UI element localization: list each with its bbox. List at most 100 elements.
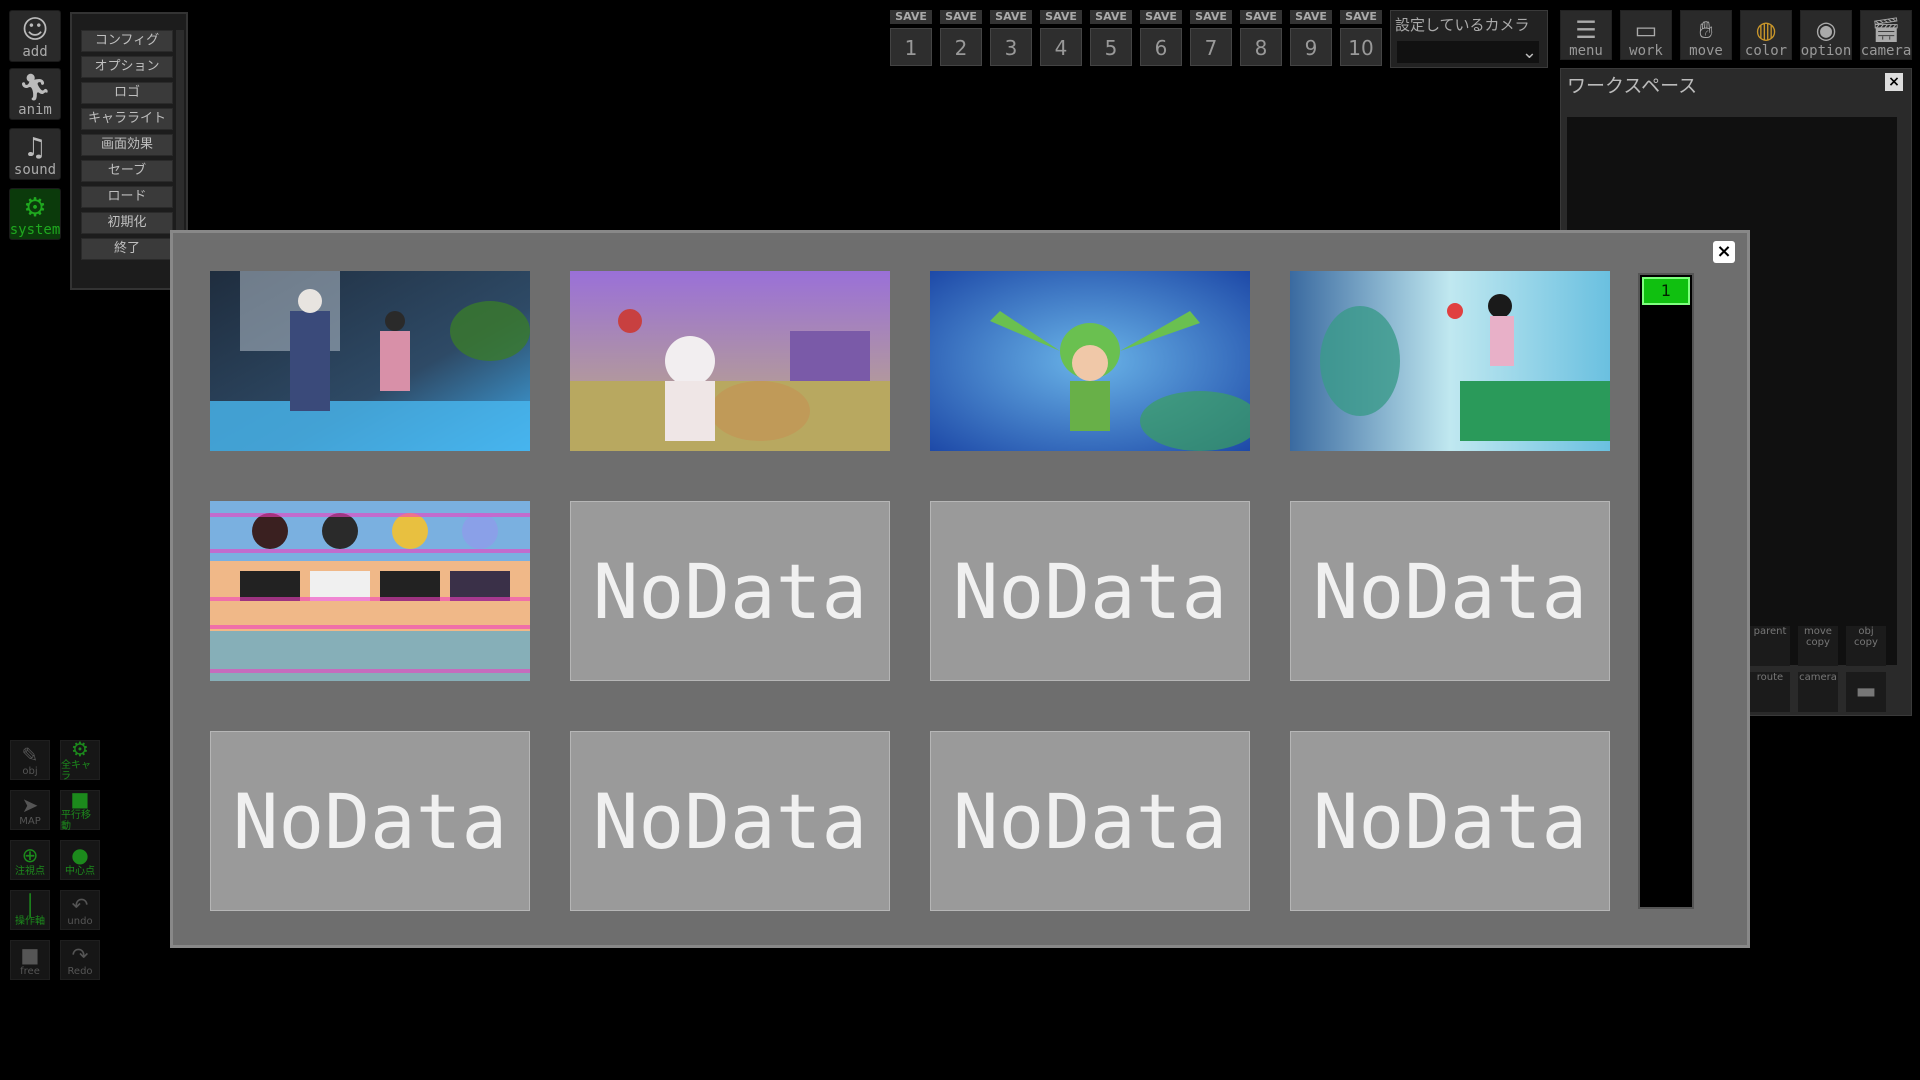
- route-icon[interactable]: route: [1750, 672, 1790, 712]
- no-data-label: NoData: [952, 547, 1228, 636]
- close-icon[interactable]: ×: [1885, 73, 1903, 91]
- center-point-button[interactable]: ● 中心点: [60, 840, 100, 880]
- clapper-icon: 🎬︎: [1870, 16, 1902, 44]
- gaze-point-button[interactable]: ⊕ 注視点: [10, 840, 50, 880]
- camera-tool-label: camera: [1860, 43, 1912, 59]
- square-icon: ■: [70, 787, 90, 811]
- save-slot-button-8[interactable]: SAVE 8: [1240, 10, 1282, 70]
- camera-label: camera: [1799, 672, 1837, 683]
- move-copy-label: move copy: [1804, 626, 1832, 648]
- system-tool-label: system: [9, 222, 61, 238]
- close-icon[interactable]: ×: [1713, 241, 1735, 263]
- gaze-point-label: 注視点: [15, 865, 45, 877]
- save-slot-8[interactable]: NoData: [1290, 501, 1610, 681]
- sound-tool-button[interactable]: ♫ sound: [9, 128, 61, 180]
- save-tag-label: SAVE: [890, 10, 932, 24]
- camera-tool-button[interactable]: 🎬︎ camera: [1860, 10, 1912, 60]
- work-tool-label: work: [1629, 43, 1663, 59]
- save-slot-11[interactable]: NoData: [930, 731, 1250, 911]
- page-button-1[interactable]: 1: [1642, 277, 1690, 305]
- save-slot-10[interactable]: NoData: [570, 731, 890, 911]
- menu-item-option[interactable]: オプション: [81, 56, 173, 78]
- save-slot-button-2[interactable]: SAVE 2: [940, 10, 982, 70]
- axis-tool-button[interactable]: │ 操作軸: [10, 890, 50, 930]
- folder-icon[interactable]: ▬: [1846, 672, 1886, 712]
- save-slot-button-5[interactable]: SAVE 5: [1090, 10, 1132, 70]
- camera-select[interactable]: 設定しているカメラ ⌄: [1390, 10, 1548, 68]
- no-data-label: NoData: [1312, 547, 1588, 636]
- save-slot-5[interactable]: [210, 501, 530, 681]
- obj-tool-button[interactable]: ✎ obj: [10, 740, 50, 780]
- window-frame-icon: ▭: [1634, 16, 1658, 44]
- edit-icon: ✎: [21, 742, 39, 767]
- chevron-down-icon: ⌄: [1521, 42, 1537, 63]
- save-slot-4[interactable]: [1290, 271, 1610, 451]
- save-slot-2[interactable]: [570, 271, 890, 451]
- all-chara-label: 全キャラ: [61, 760, 91, 782]
- undo-icon: ↶: [71, 892, 89, 917]
- save-slot-button-1[interactable]: SAVE 1: [890, 10, 932, 70]
- save-slot-6[interactable]: NoData: [570, 501, 890, 681]
- hand-icon: ✋︎: [1699, 16, 1713, 44]
- eye-icon: ◉: [1815, 16, 1837, 44]
- save-slot-button-3[interactable]: SAVE 3: [990, 10, 1032, 70]
- color-tool-button[interactable]: ◍ color: [1740, 10, 1792, 60]
- all-chara-button[interactable]: ⚙ 全キャラ: [60, 738, 100, 782]
- gears-icon: ⚙: [23, 193, 47, 223]
- save-slot-12[interactable]: NoData: [1290, 731, 1610, 911]
- translate-tool-button[interactable]: ■ 平行移動: [60, 787, 100, 832]
- save-slot-1[interactable]: [210, 271, 530, 451]
- load-dialog: × NoData NoData NoData NoData NoData NoD…: [170, 230, 1750, 948]
- save-slot-9[interactable]: NoData: [210, 731, 530, 911]
- clapper-icon: 7: [1190, 28, 1232, 66]
- save-slot-button-4[interactable]: SAVE 4: [1040, 10, 1082, 70]
- save-tag-label: SAVE: [1090, 10, 1132, 24]
- menu-tool-button[interactable]: ☰ menu: [1560, 10, 1612, 60]
- redo-label: Redo: [67, 965, 93, 977]
- parent-icon[interactable]: parent: [1750, 626, 1790, 666]
- work-tool-button[interactable]: ▭ work: [1620, 10, 1672, 60]
- save-slot-7[interactable]: NoData: [930, 501, 1250, 681]
- option-tool-button[interactable]: ◉ option: [1800, 10, 1852, 60]
- menu-item-config[interactable]: コンフィグ: [81, 30, 173, 52]
- save-slot-button-10[interactable]: SAVE 10: [1340, 10, 1382, 70]
- system-tool-button[interactable]: ⚙ system: [9, 188, 61, 240]
- redo-button[interactable]: ↷ Redo: [60, 940, 100, 980]
- camera-icon[interactable]: camera: [1798, 672, 1838, 712]
- clapper-icon: 9: [1290, 28, 1332, 66]
- save-slot-button-9[interactable]: SAVE 9: [1290, 10, 1332, 70]
- menu-item-logo[interactable]: ロゴ: [81, 82, 173, 104]
- axis-tool-label: 操作軸: [15, 915, 45, 927]
- move-copy-icon[interactable]: move copy: [1798, 626, 1838, 666]
- move-tool-button[interactable]: ✋︎ move: [1680, 10, 1732, 60]
- save-slot-button-6[interactable]: SAVE 6: [1140, 10, 1182, 70]
- menu-item-screen-effect[interactable]: 画面効果: [81, 134, 173, 156]
- menu-list-icon: ☰: [1575, 16, 1597, 44]
- add-tool-label: add: [22, 44, 48, 60]
- menu-item-save[interactable]: セーブ: [81, 160, 173, 182]
- scene-thumbnail: [570, 271, 890, 451]
- map-tool-button[interactable]: ➤ MAP: [10, 790, 50, 830]
- parent-label: parent: [1753, 626, 1787, 637]
- page-scrollbar[interactable]: 1: [1638, 273, 1694, 909]
- scene-thumbnail: [210, 271, 530, 451]
- anim-tool-button[interactable]: 🏃︎ anim: [9, 68, 61, 120]
- save-tag-label: SAVE: [1290, 10, 1332, 24]
- axis-icon: │: [23, 892, 37, 917]
- add-tool-button[interactable]: ☺ add: [9, 10, 61, 62]
- plus-circle-icon: ⊕: [21, 842, 39, 867]
- clapper-icon: 6: [1140, 28, 1182, 66]
- obj-copy-icon[interactable]: obj copy: [1846, 626, 1886, 666]
- redo-icon: ↷: [71, 942, 89, 967]
- menu-item-chara-light[interactable]: キャラライト: [81, 108, 173, 130]
- no-data-label: NoData: [592, 547, 868, 636]
- menu-item-exit[interactable]: 終了: [81, 238, 173, 260]
- menu-item-load[interactable]: ロード: [81, 186, 173, 208]
- save-slot-button-7[interactable]: SAVE 7: [1190, 10, 1232, 70]
- save-slot-3[interactable]: [930, 271, 1250, 451]
- menu-item-reset[interactable]: 初期化: [81, 212, 173, 234]
- free-camera-button[interactable]: ■ free: [10, 940, 50, 980]
- undo-button[interactable]: ↶ undo: [60, 890, 100, 930]
- dot-circle-icon: ●: [71, 842, 89, 867]
- save-tag-label: SAVE: [1190, 10, 1232, 24]
